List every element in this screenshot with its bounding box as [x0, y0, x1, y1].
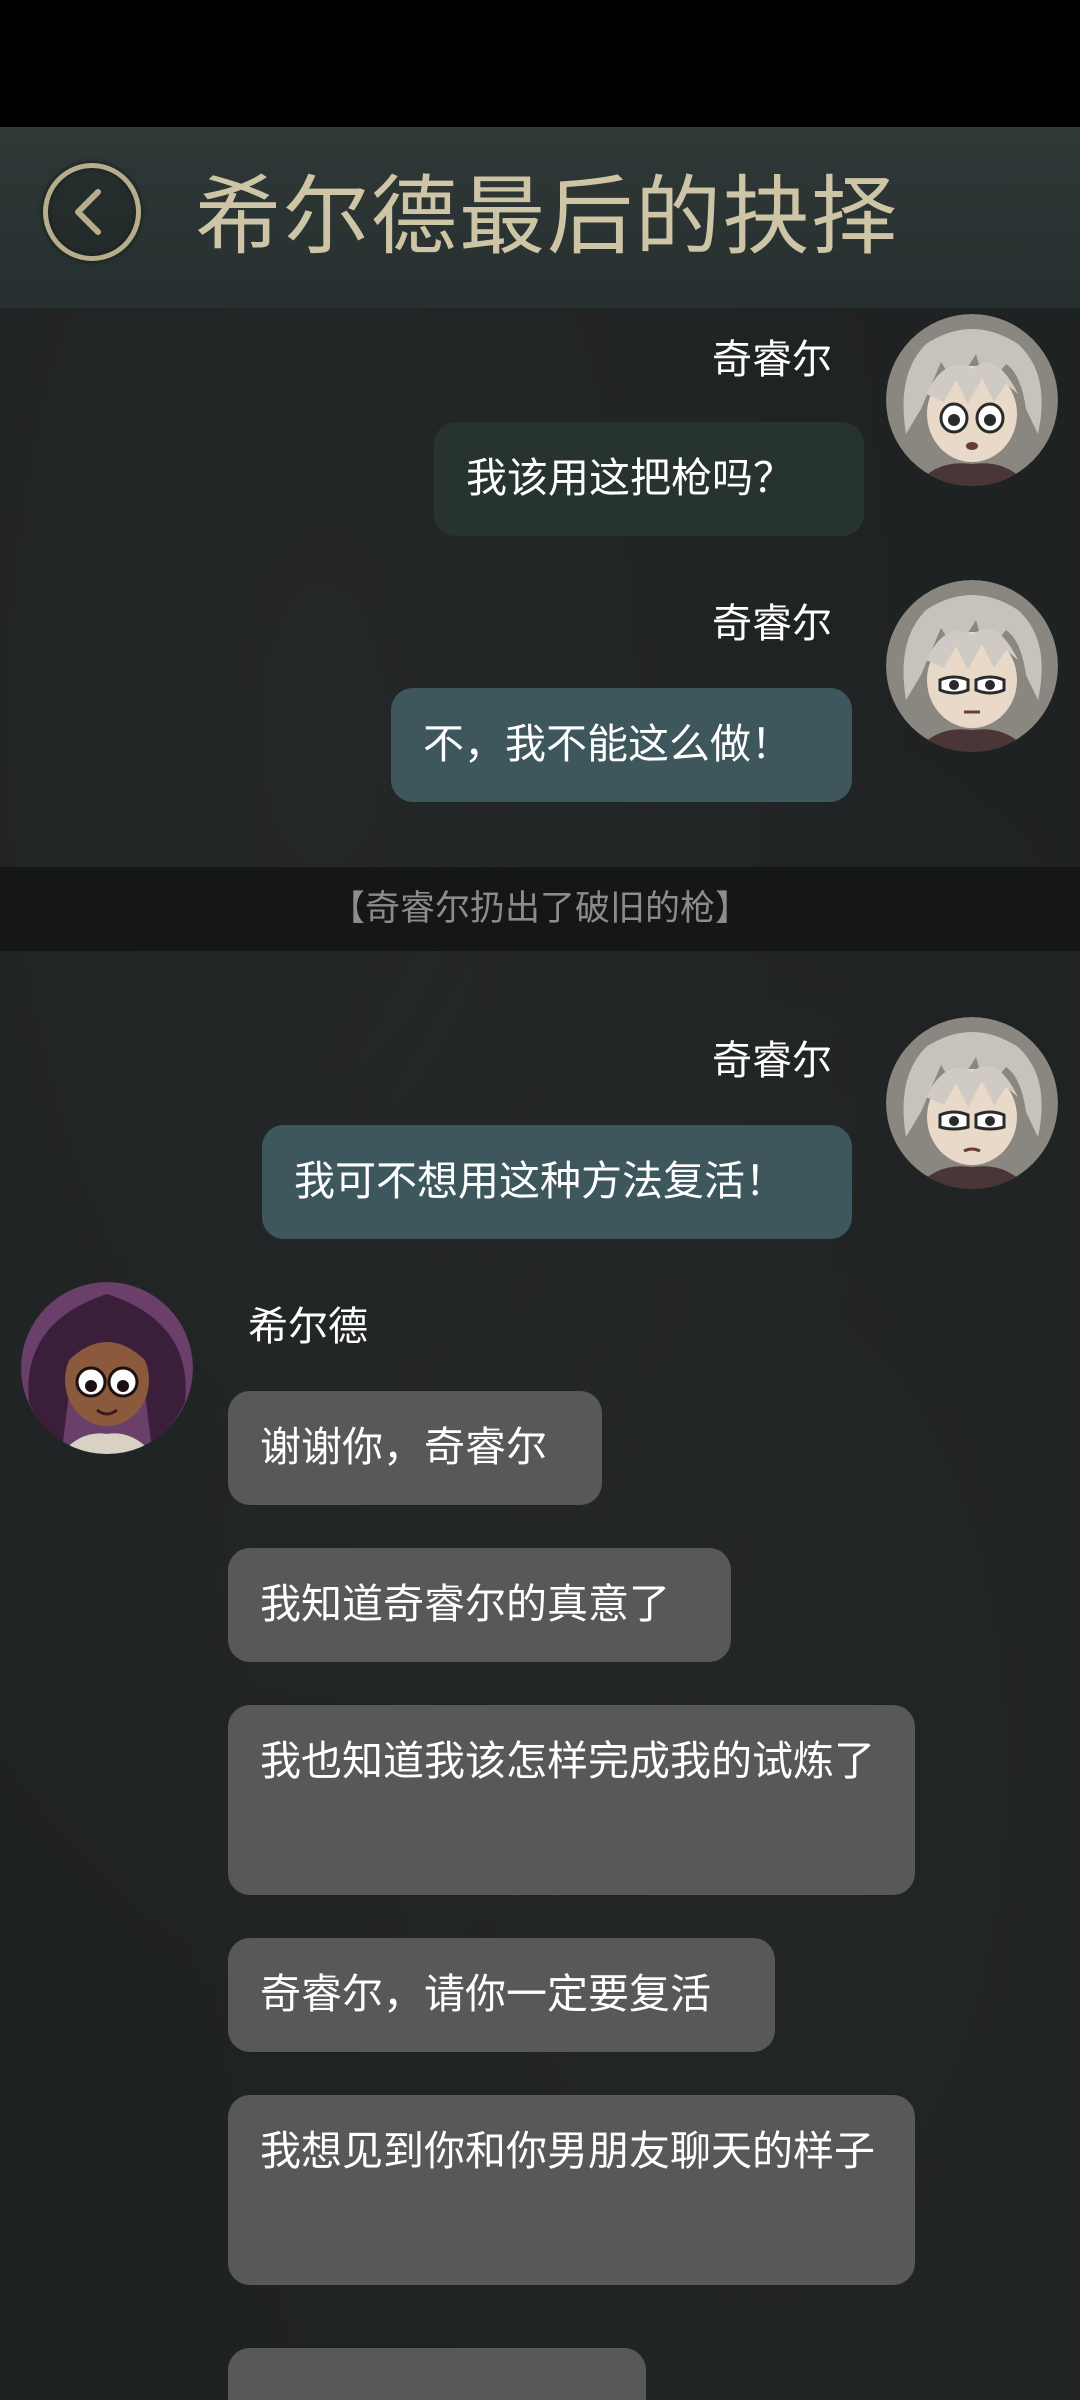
avatar[interactable]: [886, 580, 1058, 752]
status-bar: [0, 0, 1080, 127]
message-bubble[interactable]: 我该用这把枪吗？: [434, 422, 864, 536]
chevron-left-icon: [75, 189, 101, 235]
avatar[interactable]: [21, 1282, 193, 1454]
avatar[interactable]: [886, 1017, 1058, 1189]
message-bubble[interactable]: 我知道奇睿尔的真意了: [228, 1548, 731, 1662]
message-bubble[interactable]: 我想见到你和你男朋友聊天的样子: [228, 2095, 915, 2285]
avatar[interactable]: [886, 314, 1058, 486]
page-title: 希尔德最后的抉择: [195, 167, 899, 267]
message-bubble[interactable]: 我可不想用这种方法复活！: [262, 1125, 852, 1239]
sender-name: 希尔德: [248, 1304, 368, 1350]
chat-log[interactable]: 奇睿尔 我该用这把枪吗？ 奇睿尔 不，我不能这么做！ 奇睿尔 我可不想用这种方法…: [0, 308, 1080, 2400]
sender-name: 奇睿尔: [712, 601, 832, 647]
narration-banner: 【奇睿尔扔出了破旧的枪】: [0, 867, 1080, 951]
sender-name: 奇睿尔: [712, 337, 832, 383]
sender-name: 奇睿尔: [712, 1038, 832, 1084]
back-button[interactable]: [43, 163, 141, 261]
message-bubble-partial[interactable]: [228, 2348, 646, 2400]
message-bubble[interactable]: 我也知道我该怎样完成我的试炼了: [228, 1705, 915, 1895]
chat-screen: 希尔德最后的抉择 奇睿尔 我该用这把枪吗？ 奇睿尔 不，我不能这么做！ 奇睿尔 …: [0, 0, 1080, 2400]
message-bubble[interactable]: 不，我不能这么做！: [391, 688, 852, 802]
message-bubble[interactable]: 谢谢你，奇睿尔: [228, 1391, 602, 1505]
top-bar: 希尔德最后的抉择: [0, 127, 1080, 309]
message-bubble[interactable]: 奇睿尔，请你一定要复活: [228, 1938, 775, 2052]
